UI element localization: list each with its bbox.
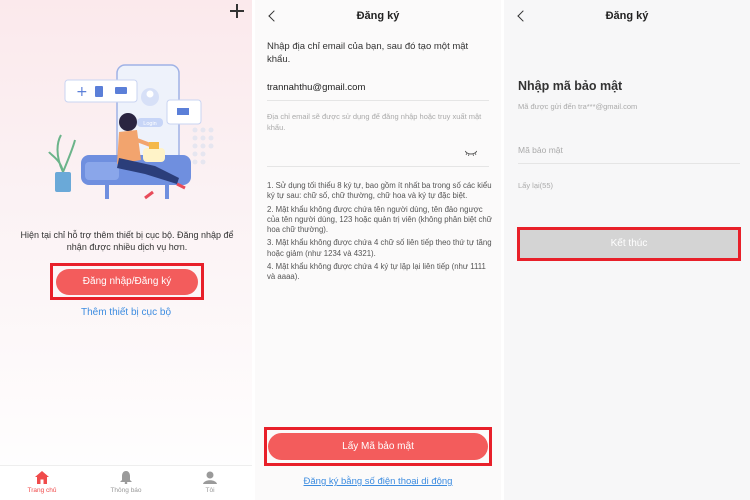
tab-home-label: Trang chủ — [27, 487, 57, 494]
illustration: Login + — [48, 64, 214, 200]
home-screen: Login + Hiện tại chỉ hỗ trợ thêm thiết b… — [0, 0, 252, 500]
page-title: Đăng ký — [605, 10, 649, 22]
home-icon — [35, 471, 49, 484]
hide-password-icon[interactable] — [465, 150, 477, 156]
register-by-phone-link[interactable]: Đăng ký bằng số điện thoại di động — [255, 476, 501, 487]
password-rules: 1. Sử dụng tối thiểu 8 ký tự, bao gồm ít… — [267, 181, 492, 286]
bell-icon — [120, 471, 132, 484]
page-title: Đăng ký — [356, 10, 400, 22]
bottom-tab-bar: Trang chủ Thông báo Tôi — [0, 465, 252, 500]
login-register-button[interactable]: Đăng nhập/Đăng ký — [56, 269, 198, 295]
password-rule: 4. Mật khẩu không được chứa 4 ký tự lặp … — [267, 262, 486, 282]
tab-me[interactable]: Tôi — [168, 466, 252, 500]
password-rule: 3. Mật khẩu không được chứa 4 chữ số liê… — [267, 238, 492, 258]
intro-text: Nhập địa chỉ email của bạn, sau đó tạo m… — [267, 41, 469, 65]
password-rule: 1. Sử dụng tối thiểu 8 ký tự, bao gồm ít… — [267, 181, 492, 201]
tab-me-label: Tôi — [205, 487, 215, 494]
register-email-screen: Đăng ký Nhập địa chỉ email của bạn, sau … — [255, 0, 501, 500]
email-field[interactable]: trannahthu@gmail.com — [267, 82, 365, 93]
finish-button[interactable]: Kết thúc — [520, 230, 738, 258]
email-hint: Địa chỉ email sẽ được sử dụng để đăng nh… — [267, 112, 482, 132]
password-underline — [267, 166, 489, 167]
password-rule: 2. Mật khẩu không được chứa tên người dù… — [267, 204, 492, 235]
code-sent-text: Mã được gửi đến tra***@gmail.com — [518, 102, 638, 111]
tab-notifications[interactable]: Thông báo — [84, 466, 168, 500]
security-code-input[interactable]: Mã bảo mật — [518, 145, 563, 155]
add-local-device-link[interactable]: Thêm thiết bị cục bộ — [0, 307, 252, 318]
security-code-heading: Nhập mã bảo mật — [518, 79, 623, 93]
tab-notifications-label: Thông báo — [110, 487, 142, 494]
user-icon — [203, 471, 217, 484]
get-security-code-button[interactable]: Lấy Mã bảo mật — [268, 433, 488, 460]
home-message: Hiện tại chỉ hỗ trợ thêm thiết bị cục bộ… — [20, 230, 234, 252]
illustration-login-label: Login — [143, 121, 156, 127]
security-code-screen: Đăng ký Nhập mã bảo mật Mã được gửi đến … — [504, 0, 750, 500]
code-underline — [518, 163, 740, 164]
tab-home[interactable]: Trang chủ — [0, 466, 84, 500]
email-underline — [267, 100, 489, 101]
add-icon[interactable] — [228, 2, 246, 20]
svg-text:+: + — [76, 84, 88, 100]
resend-code-link[interactable]: Lấy lại(55) — [518, 181, 553, 190]
